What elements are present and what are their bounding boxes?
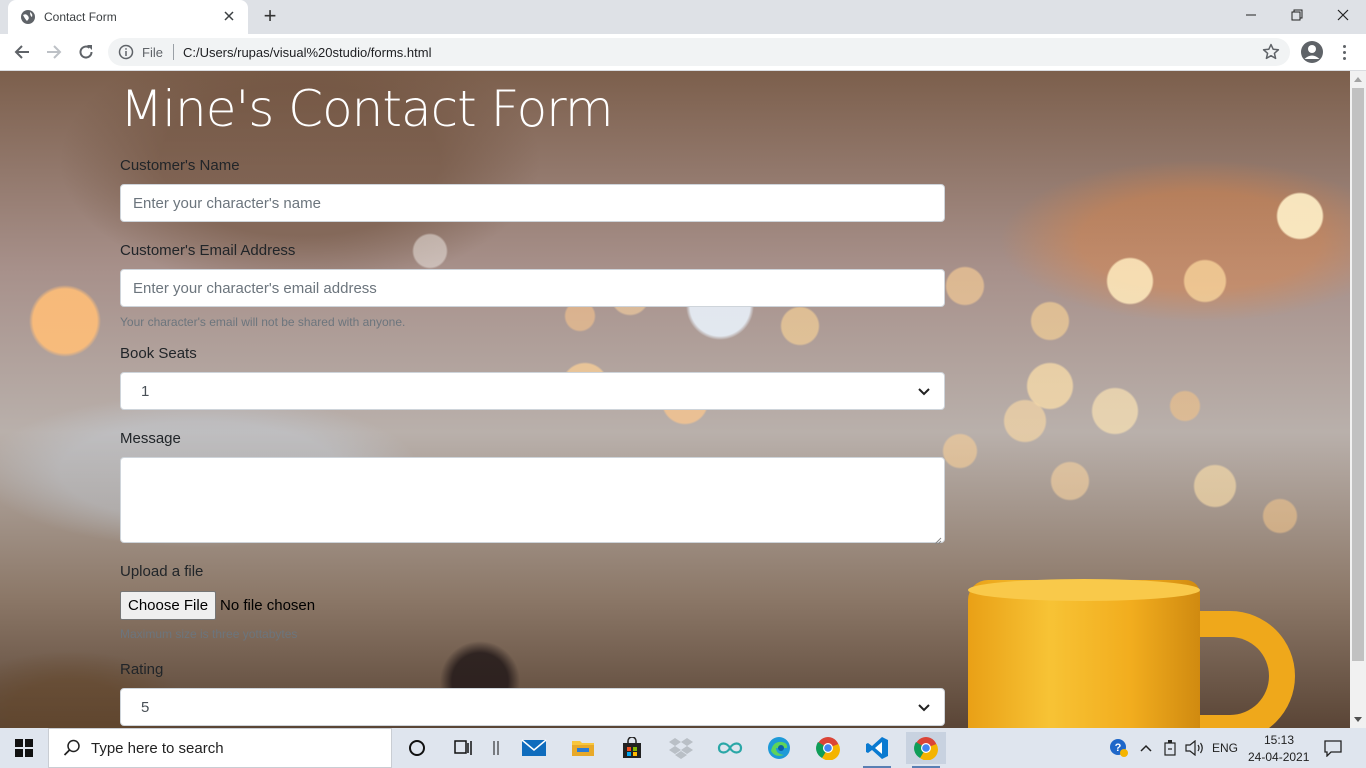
taskbar-divider-icon [476,732,516,764]
scroll-up-icon[interactable] [1350,71,1366,87]
battery-plug-icon[interactable] [1158,732,1182,764]
email-label: Customer's Email Address [120,242,296,259]
clock-time[interactable]: 15:13 [1264,733,1294,747]
arduino-icon[interactable] [710,732,750,764]
browser-tab-strip: Contact Form + [0,0,1366,34]
windows-taskbar: Type here to search ? ENG 15:13 24-04-20… [0,728,1366,768]
reload-button[interactable] [72,38,100,66]
bookmark-star-icon[interactable] [1262,43,1280,61]
new-tab-button[interactable]: + [258,5,282,29]
name-input[interactable] [120,184,945,222]
background-cup [968,580,1200,728]
search-icon [63,739,80,756]
seats-label: Book Seats [120,345,197,362]
message-textarea[interactable] [120,457,945,545]
page-title: Mine's Contact Form [120,80,614,138]
volume-icon[interactable] [1182,732,1208,764]
seats-select[interactable]: 1 [120,372,945,410]
contact-form: Mine's Contact Form Customer's Name Cust… [120,71,945,726]
forward-button[interactable] [40,38,68,66]
mail-icon[interactable] [514,732,554,764]
chevron-down-icon [918,383,930,400]
upload-hint: Maximum size is three yottabytes [120,627,298,641]
more-menu-icon[interactable] [1334,40,1354,64]
windows-start-icon[interactable] [0,728,48,768]
email-input[interactable] [120,269,945,307]
rating-label: Rating [120,661,164,678]
resize-grip-icon[interactable] [934,532,942,545]
chrome-icon[interactable] [808,732,848,764]
globe-icon [20,9,36,25]
address-divider [172,44,174,60]
minimize-button[interactable] [1228,0,1274,30]
restore-button[interactable] [1274,0,1320,30]
info-icon[interactable] [118,44,134,60]
email-hint: Your character's email will not be share… [120,315,406,329]
close-tab-icon[interactable] [220,8,238,26]
page-scrollbar[interactable] [1350,71,1366,728]
notification-icon[interactable] [1318,732,1348,764]
name-label: Customer's Name [120,157,240,174]
chevron-up-icon[interactable] [1134,732,1158,764]
taskbar-search-placeholder: Type here to search [91,739,224,757]
message-label: Message [120,430,181,447]
upload-label: Upload a file [120,563,204,580]
tab-title: Contact Form [44,10,117,24]
address-scheme: File [142,44,163,60]
upload-status: No file chosen [220,597,316,614]
clock-date[interactable]: 24-04-2021 [1248,750,1309,764]
close-window-button[interactable] [1320,0,1366,30]
file-explorer-icon[interactable] [563,732,603,764]
choose-file-button[interactable]: Choose File [120,591,217,620]
edge-browser-icon[interactable] [759,732,799,764]
page-viewport: Mine's Contact Form Customer's Name Cust… [0,71,1350,728]
browser-toolbar: File C:/Users/rupas/visual%20studio/form… [0,34,1366,71]
address-bar[interactable]: File C:/Users/rupas/visual%20studio/form… [108,38,1290,66]
back-button[interactable] [8,38,36,66]
chevron-down-icon [918,699,930,716]
taskbar-search-box[interactable]: Type here to search [48,728,392,768]
language-indicator[interactable]: ENG [1212,741,1238,755]
address-url[interactable]: C:/Users/rupas/visual%20studio/forms.htm… [183,45,432,60]
rating-select[interactable]: 5 [120,688,945,726]
seats-value: 1 [141,382,150,400]
chrome-active-icon[interactable] [906,732,946,768]
dropbox-icon[interactable] [661,732,701,764]
rating-value: 5 [141,698,150,716]
browser-tab[interactable]: Contact Form [8,0,248,34]
scroll-thumb[interactable] [1352,88,1364,661]
profile-avatar-icon[interactable] [1300,40,1324,64]
help-icon[interactable]: ? [1104,732,1134,764]
background-cup-rim [968,579,1200,601]
cortana-icon[interactable] [397,732,437,764]
store-icon[interactable] [612,732,652,764]
scroll-down-icon[interactable] [1350,712,1366,728]
vscode-icon[interactable] [857,732,897,768]
